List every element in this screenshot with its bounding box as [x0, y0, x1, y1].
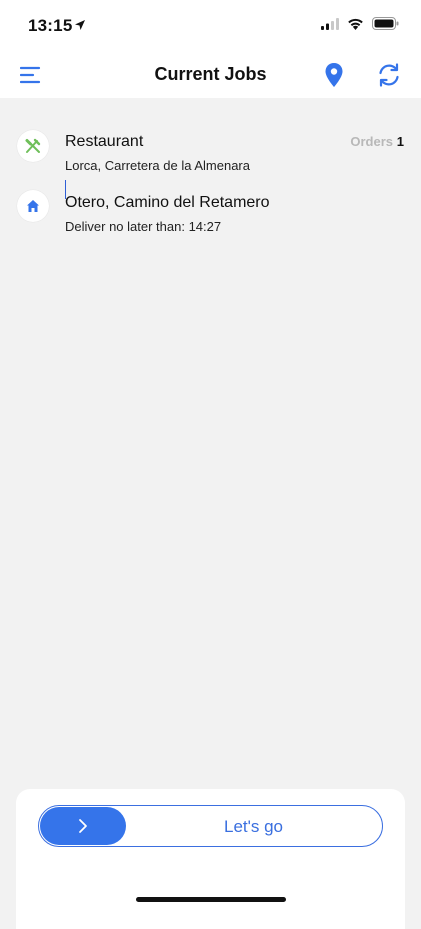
- bottom-panel: Let's go: [16, 789, 405, 929]
- location-arrow-icon: [75, 20, 85, 30]
- refresh-button[interactable]: [376, 62, 402, 88]
- job-title: Otero, Camino del Retamero: [65, 194, 270, 211]
- job-address: Lorca, Carretera de la Almenara: [65, 158, 250, 173]
- nav-bar: Current Jobs: [0, 52, 421, 98]
- home-badge: [17, 190, 49, 222]
- chevron-right-icon: [79, 819, 87, 833]
- lets-go-slider[interactable]: Let's go: [38, 805, 383, 847]
- status-bar: 13:15: [0, 0, 421, 52]
- refresh-icon: [379, 63, 399, 87]
- battery-icon: [372, 17, 399, 30]
- restaurant-badge: [17, 130, 49, 162]
- status-indicators: [321, 17, 399, 30]
- page-title: Current Jobs: [154, 64, 267, 84]
- job-deadline: Deliver no later than: 14:27: [65, 219, 222, 234]
- status-time: 13:15: [28, 16, 73, 35]
- home-icon: [27, 200, 39, 212]
- orders-label: Orders: [350, 134, 393, 149]
- job-list: Restaurant Lorca, Carretera de la Almena…: [0, 98, 421, 258]
- signal-icon: [321, 17, 339, 30]
- job-item-delivery[interactable]: Otero, Camino del Retamero Deliver no la…: [0, 190, 421, 288]
- fork-knife-icon: [25, 138, 41, 153]
- map-button[interactable]: [322, 62, 346, 88]
- slider-label: Let's go: [223, 817, 283, 836]
- orders-count: 1: [396, 134, 404, 149]
- map-pin-icon: [325, 63, 343, 87]
- job-item-restaurant[interactable]: Restaurant Lorca, Carretera de la Almena…: [0, 98, 421, 199]
- wifi-icon: [348, 18, 363, 30]
- slider-knob[interactable]: [40, 807, 126, 845]
- job-title: Restaurant: [65, 133, 144, 150]
- home-indicator: [136, 897, 286, 902]
